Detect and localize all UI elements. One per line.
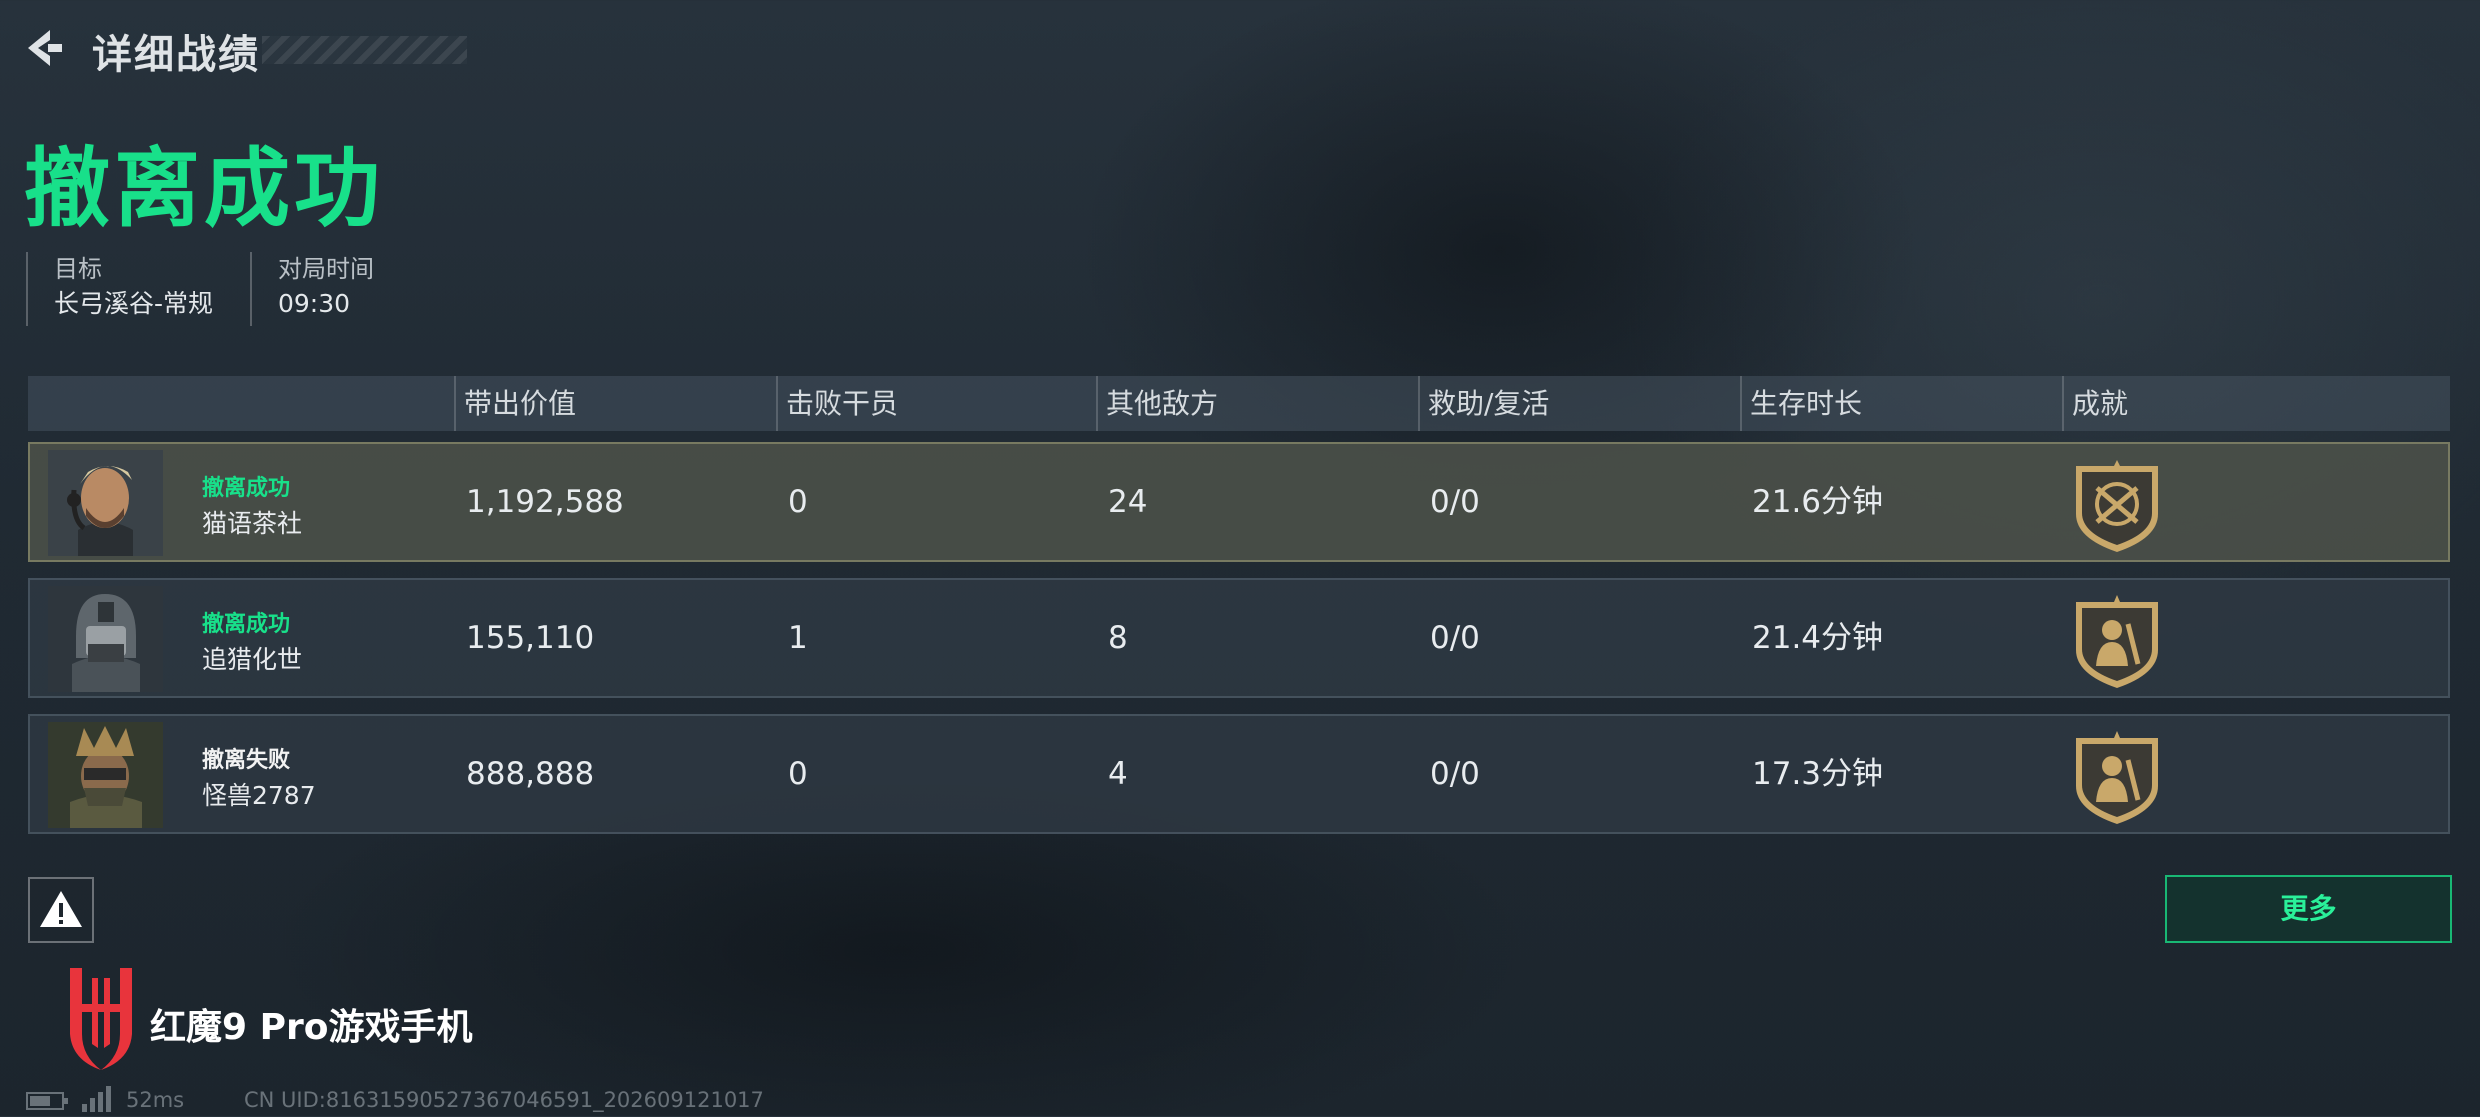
kills-value: 0 xyxy=(788,756,808,792)
survival-value: 21.6分钟 xyxy=(1752,484,1884,520)
extraction-status: 撤离成功 xyxy=(202,476,291,501)
header-achievement: 成就 xyxy=(2062,376,2128,431)
operator-portrait xyxy=(48,722,163,828)
soldier-shield-icon[interactable] xyxy=(2072,730,2162,826)
result-title: 撤离成功 xyxy=(24,139,384,239)
extract-value: 1,192,588 xyxy=(466,484,624,520)
brand-watermark: 红魔9 Pro游戏手机 xyxy=(150,1007,473,1048)
match-time-info: 对局时间 09:30 xyxy=(250,252,374,326)
warning-icon xyxy=(40,891,82,927)
table-row[interactable]: 撤离失败 怪兽2787 888,888 0 4 0/0 17.3分钟 xyxy=(28,714,2450,834)
kills-value: 1 xyxy=(788,620,808,656)
match-time-label: 对局时间 xyxy=(278,255,374,283)
other-enemies-value: 8 xyxy=(1108,620,1128,656)
red-magic-logo-icon xyxy=(70,968,132,1070)
soldier-shield-icon[interactable] xyxy=(2072,594,2162,690)
back-arrow-icon[interactable] xyxy=(22,26,66,70)
header-kills: 击败干员 xyxy=(776,376,898,431)
report-button[interactable] xyxy=(28,877,94,943)
crossed-target-shield-icon[interactable] xyxy=(2072,458,2162,554)
extraction-status: 撤离失败 xyxy=(202,748,291,773)
ping-text: 52ms xyxy=(126,1088,185,1112)
extraction-status: 撤离成功 xyxy=(202,612,291,637)
header-extract-value: 带出价值 xyxy=(454,376,576,431)
operator-portrait xyxy=(48,586,163,692)
assist-value: 0/0 xyxy=(1430,756,1480,792)
other-enemies-value: 24 xyxy=(1108,484,1148,520)
extract-value: 888,888 xyxy=(466,756,595,792)
survival-value: 17.3分钟 xyxy=(1752,756,1884,792)
assist-value: 0/0 xyxy=(1430,484,1480,520)
kills-value: 0 xyxy=(788,484,808,520)
header-other-enemies: 其他敌方 xyxy=(1096,376,1218,431)
target-info: 目标 长弓溪谷-常规 xyxy=(26,252,213,326)
signal-icon xyxy=(80,1084,112,1117)
assist-value: 0/0 xyxy=(1430,620,1480,656)
target-label: 目标 xyxy=(54,255,102,283)
table-header: 带出价值 击败干员 其他敌方 救助/复活 生存时长 成就 xyxy=(28,376,2450,431)
header-survival-time: 生存时长 xyxy=(1740,376,1862,431)
target-value: 长弓溪谷-常规 xyxy=(54,289,214,318)
header-assist-revive: 救助/复活 xyxy=(1418,376,1549,431)
battery-icon xyxy=(26,1090,68,1110)
extract-value: 155,110 xyxy=(466,620,595,656)
uid-text: CN UID:8163159052736704659​1_20260912101… xyxy=(244,1088,764,1112)
title-decoration xyxy=(262,36,467,64)
survival-value: 21.4分钟 xyxy=(1752,620,1884,656)
table-row[interactable]: 撤离成功 追猎化世 155,110 1 8 0/0 21.4分钟 xyxy=(28,578,2450,698)
more-button[interactable]: 更多 xyxy=(2165,875,2452,943)
player-name: 怪兽2787 xyxy=(202,781,316,810)
other-enemies-value: 4 xyxy=(1108,756,1128,792)
table-row[interactable]: 撤离成功 猫语茶社 1,192,588 0 24 0/0 21.6分钟 xyxy=(28,442,2450,562)
operator-portrait xyxy=(48,450,163,556)
player-name: 追猎化世 xyxy=(202,645,303,674)
match-time-value: 09:30 xyxy=(278,289,351,318)
page-title: 详细战绩 xyxy=(92,32,260,78)
player-name: 猫语茶社 xyxy=(202,509,303,538)
